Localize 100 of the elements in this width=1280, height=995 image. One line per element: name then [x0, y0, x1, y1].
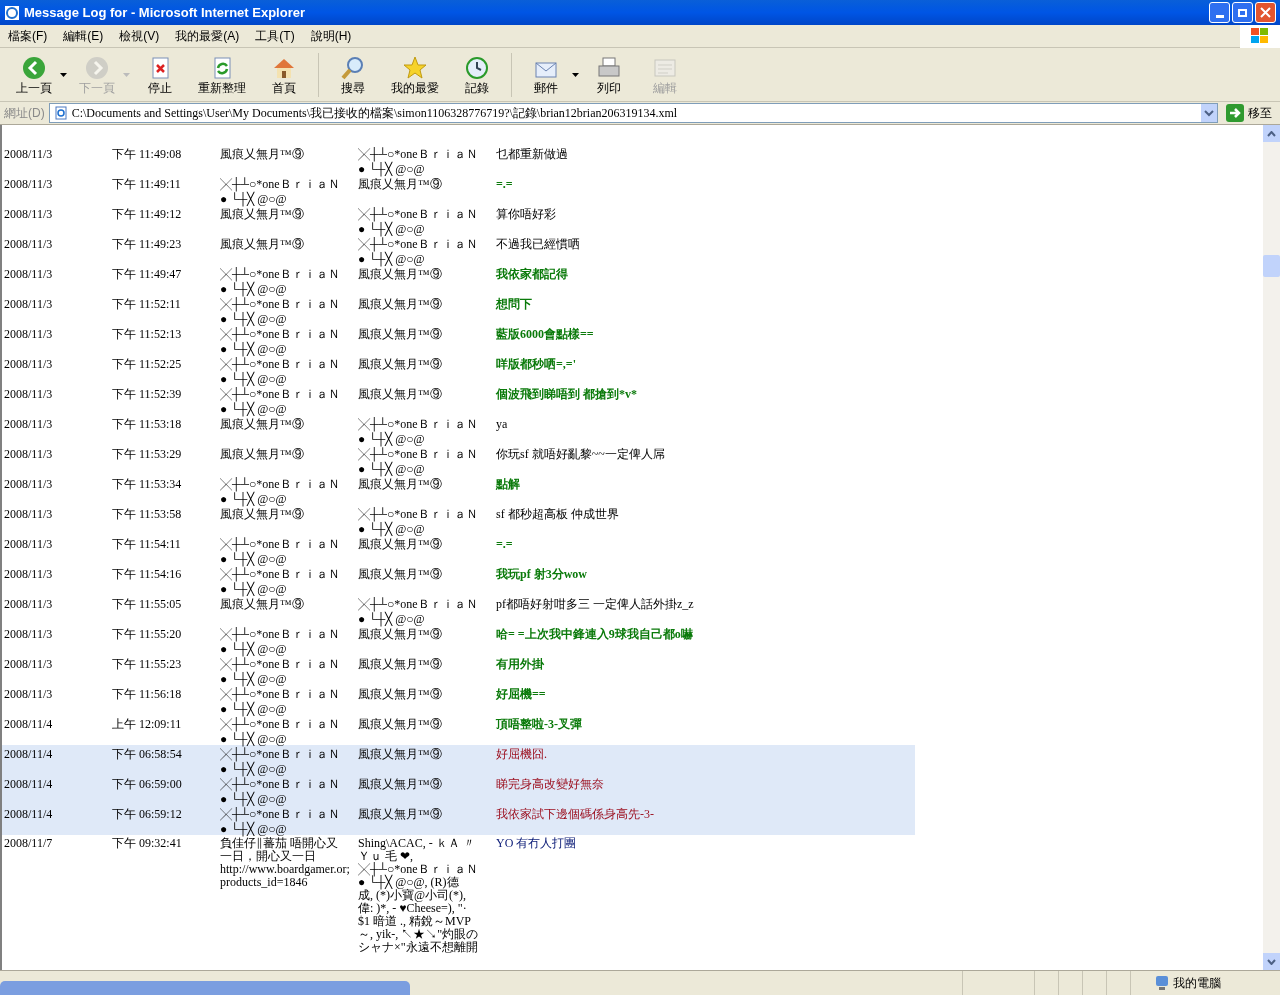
message-text: ya	[496, 417, 508, 431]
sender-name: ╳┼┴○*oneＢｒｉａＮ	[220, 687, 341, 702]
recipient-name: Shing\ACAC, - ｋＡ 〃	[358, 837, 476, 850]
menu-item[interactable]: 說明(H)	[310, 27, 352, 45]
recipient-name: 風痕乂無月™⑨	[358, 477, 443, 492]
sender-name: ╳┼┴○*oneＢｒｉａＮ	[220, 657, 341, 672]
message-text: 哈= =上次我中鋒連入9球我自己都o嚇	[496, 627, 693, 641]
minimize-button[interactable]	[1209, 2, 1230, 23]
recipient-name: 成, (*)小寶@小司(*),	[358, 889, 468, 902]
sender-name: 風痕乂無月™⑨	[220, 597, 305, 612]
time-cell-text: 下午 11:54:11	[112, 536, 182, 553]
sender-name: ● └┼╳ @○@	[220, 822, 288, 837]
address-field[interactable]: C:\Documents and Settings\User\My Documents\我已接收的檔案\simon1106328776719?\記錄\brian12brian206319134.xml	[48, 103, 1218, 123]
date-cell-text: 2008/11/4	[3, 776, 54, 793]
message-text: 我依家都記得	[496, 267, 568, 281]
time-cell-text: 下午 06:58:54	[112, 746, 183, 763]
message-text: 我依家試下邊個碼係身高先-3-	[496, 807, 654, 821]
time-cell-text: 下午 11:49:23	[112, 236, 183, 253]
time-cell-text: 下午 11:56:18	[112, 686, 183, 703]
menu-item[interactable]: 檔案(F)	[8, 27, 48, 45]
recipient-name: ● └┼╳ @○@	[358, 612, 426, 627]
sender-name: ╳┼┴○*oneＢｒｉａＮ	[220, 477, 341, 492]
menu-item[interactable]: 檢視(V)	[119, 27, 160, 45]
mail-button[interactable]: 郵件	[520, 54, 572, 95]
go-button[interactable]: 移至	[1222, 104, 1276, 122]
date-cell-text: 2008/11/3	[3, 686, 54, 703]
message-text: 不過我已經慣哂	[496, 237, 580, 251]
recipient-name: ╳┼┴○*oneＢｒｉａＮ	[358, 207, 479, 222]
date-cell-text: 2008/11/3	[3, 326, 54, 343]
menu-item[interactable]: 編輯(E)	[63, 27, 104, 45]
print-button[interactable]: 列印	[583, 54, 635, 95]
recipient-name: 風痕乂無月™⑨	[358, 807, 443, 822]
recipient-name: ╳┼┴○*oneＢｒｉａＮ	[358, 147, 479, 162]
time-cell-text: 下午 11:49:11	[112, 176, 182, 193]
sender-name: ╳┼┴○*oneＢｒｉａＮ	[220, 177, 341, 192]
recipient-name: ● └┼╳ @○@	[358, 432, 426, 447]
recipient-name: ● └┼╳ @○@	[358, 222, 426, 237]
time-cell-text: 下午 11:54:16	[112, 566, 183, 583]
recipient-name: シャナ×"永遠不想離開	[358, 941, 479, 954]
recipient-name: ● └┼╳ @○@	[358, 522, 426, 537]
zone-label: 我的電腦	[1173, 975, 1221, 992]
sender-name: ● └┼╳ @○@	[220, 312, 288, 327]
message-text: 頂唔整啦-3-叉彈	[496, 717, 582, 731]
time-cell-text: 下午 09:32:41	[112, 835, 183, 852]
recipient-name: 風痕乂無月™⑨	[358, 747, 443, 762]
time-cell-text: 下午 11:52:13	[112, 326, 183, 343]
search-button[interactable]: 搜尋	[327, 54, 379, 95]
menu-item[interactable]: 我的最愛(A)	[175, 27, 240, 45]
sender-name: ╳┼┴○*oneＢｒｉａＮ	[220, 717, 341, 732]
sender-name: ╳┼┴○*oneＢｒｉａＮ	[220, 777, 341, 792]
stop-button[interactable]: 停止	[134, 54, 186, 95]
recipient-name: 偉: )*, - ♥Cheese=), "·	[358, 902, 468, 915]
sender-name: ● └┼╳ @○@	[220, 342, 288, 357]
menu-item[interactable]: 工具(T)	[255, 27, 295, 45]
sender-name: products_id=1846	[220, 876, 308, 889]
recipient-name: ╳┼┴○*oneＢｒｉａＮ	[358, 237, 479, 252]
sender-name: 風痕乂無月™⑨	[220, 447, 305, 462]
scroll-up-icon[interactable]	[1267, 130, 1276, 137]
message-text: 點解	[496, 477, 520, 491]
history-button[interactable]: 記錄	[451, 54, 503, 95]
sender-name: 風痕乂無月™⑨	[220, 207, 305, 222]
date-cell-text: 2008/11/3	[3, 506, 54, 523]
date-cell-text: 2008/11/4	[3, 716, 54, 733]
date-cell-text: 2008/11/7	[3, 835, 54, 852]
scroll-down-icon[interactable]	[1267, 958, 1276, 965]
date-cell-text: 2008/11/3	[3, 236, 54, 253]
star-icon	[402, 54, 428, 81]
recipient-name: ╳┼┴○*oneＢｒｉａＮ	[358, 417, 479, 432]
caret-icon[interactable]	[60, 72, 67, 77]
scrollbar-thumb[interactable]	[1263, 255, 1280, 277]
favorites-button[interactable]: 我的最愛	[383, 54, 447, 95]
recipient-name: ～, yik-, ↖★↘"灼眼の	[358, 928, 480, 941]
sender-name: ╳┼┴○*oneＢｒｉａＮ	[220, 387, 341, 402]
date-cell-text: 2008/11/3	[3, 536, 54, 553]
sender-name: 風痕乂無月™⑨	[220, 237, 305, 252]
back-button[interactable]: 上一頁	[8, 54, 60, 95]
address-label: 網址(D)	[4, 105, 45, 122]
time-cell-text: 上午 12:09:11	[112, 716, 183, 733]
date-cell-text: 2008/11/3	[3, 266, 54, 283]
recipient-name: 風痕乂無月™⑨	[358, 627, 443, 642]
sender-name: 風痕乂無月™⑨	[220, 417, 305, 432]
home-button[interactable]: 首頁	[258, 54, 310, 95]
recipient-name: ╳┼┴○*oneＢｒｉａＮ	[358, 597, 479, 612]
message-text: YO 有冇人打團	[496, 836, 577, 850]
message-text: 睇完身高改變好無奈	[496, 777, 604, 791]
time-cell-text: 下午 11:49:47	[112, 266, 183, 283]
sender-name: 一日，開心又一日	[220, 850, 316, 863]
sender-name: ╳┼┴○*oneＢｒｉａＮ	[220, 297, 341, 312]
date-cell-text: 2008/11/3	[3, 416, 54, 433]
sender-name: ● └┼╳ @○@	[220, 282, 288, 297]
time-cell-text: 下午 11:52:39	[112, 386, 183, 403]
close-button[interactable]	[1255, 2, 1276, 23]
time-cell-text: 下午 06:59:00	[112, 776, 183, 793]
time-cell-text: 下午 11:52:11	[112, 296, 182, 313]
flag-logo-icon	[1251, 28, 1269, 44]
caret-icon[interactable]	[572, 72, 579, 77]
sender-name: ╳┼┴○*oneＢｒｉａＮ	[220, 747, 341, 762]
refresh-button[interactable]: 重新整理	[190, 54, 254, 95]
restore-button[interactable]	[1232, 2, 1253, 23]
recipient-name: ╳┼┴○*oneＢｒｉａＮ	[358, 507, 479, 522]
